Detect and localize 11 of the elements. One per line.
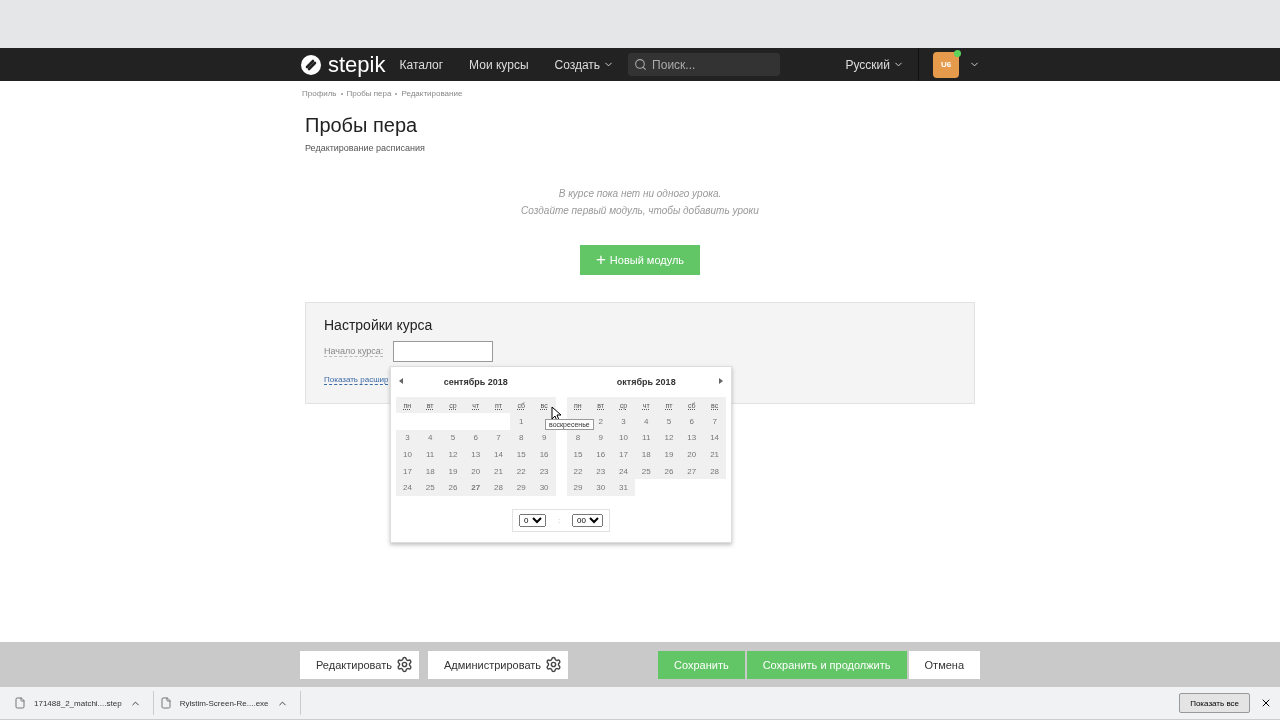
page-subtitle: Редактирование расписания xyxy=(305,143,426,153)
month-title: сентябрь 2018 xyxy=(443,377,508,387)
time-separator: : xyxy=(557,516,561,525)
page-title: Пробы пера xyxy=(305,114,419,137)
settings-title: Настройки курса xyxy=(324,317,434,333)
start-label: Начало курса: xyxy=(324,346,384,357)
search-placeholder: Поиск... xyxy=(652,57,696,72)
logo-text: stepik xyxy=(328,51,386,78)
month-title: октябрь 2018 xyxy=(616,377,676,387)
empty-message: В курсе пока нет ни одного урока. xyxy=(557,187,723,201)
empty-message: Создайте первый модуль, чтобы добавить уроки xyxy=(520,204,760,218)
